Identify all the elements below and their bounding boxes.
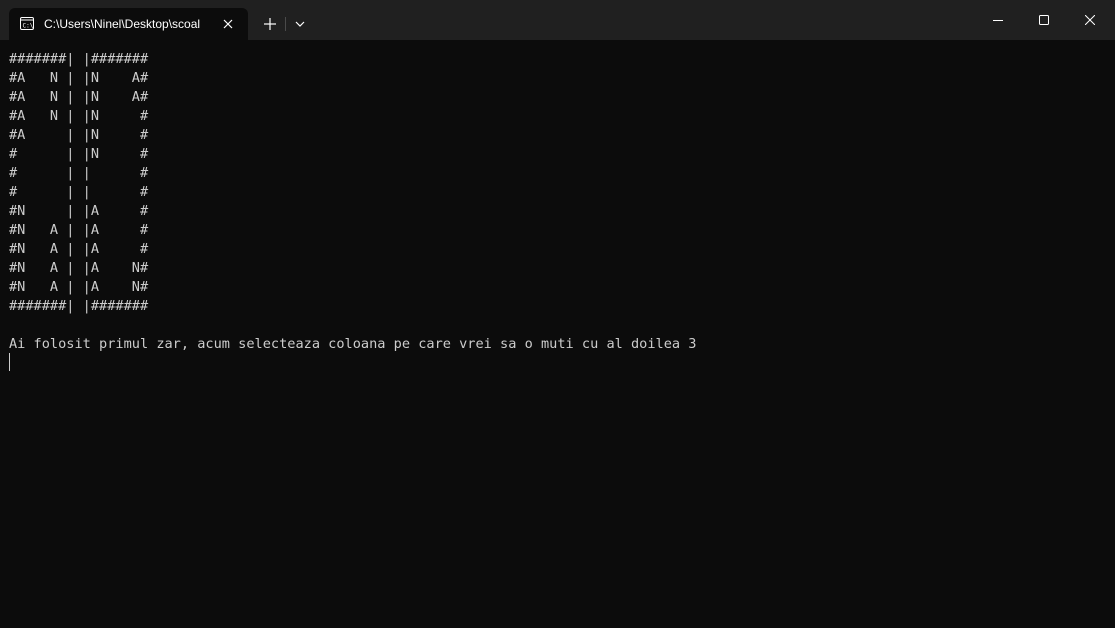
terminal-output[interactable]: #######| |####### #A N | |N A# #A N | |N…: [0, 40, 1115, 628]
board-row: #N A | |A N#: [9, 260, 149, 276]
close-icon: [1085, 15, 1095, 25]
minimize-icon: [993, 20, 1003, 21]
title-bar[interactable]: C:\ C:\Users\Ninel\Desktop\scoal: [0, 0, 1115, 41]
board-row: #######| |#######: [9, 298, 149, 314]
board-row: #N A | |A N#: [9, 279, 149, 295]
tab-title: C:\Users\Ninel\Desktop\scoal: [44, 17, 201, 31]
plus-icon: [264, 18, 276, 30]
board-row: # | | #: [9, 184, 149, 200]
prompt-message: Ai folosit primul zar, acum selecteaza c…: [9, 336, 697, 352]
board-row: #A N | |N A#: [9, 89, 149, 105]
close-tab-icon[interactable]: [220, 16, 236, 32]
board-row: #A N | |N #: [9, 108, 149, 124]
maximize-button[interactable]: [1021, 0, 1067, 40]
tab-dropdown-button[interactable]: [288, 12, 312, 36]
board-row: #A | |N #: [9, 127, 149, 143]
minimize-button[interactable]: [975, 0, 1021, 40]
tab-separator: [285, 17, 286, 31]
close-window-button[interactable]: [1067, 0, 1113, 40]
board-row: #######| |#######: [9, 51, 149, 67]
svg-text:C:\: C:\: [23, 23, 34, 30]
maximize-icon: [1039, 15, 1049, 25]
text-cursor: [9, 353, 10, 371]
board-row: #N | |A #: [9, 203, 149, 219]
board-row: #N A | |A #: [9, 241, 149, 257]
board-row: #A N | |N A#: [9, 70, 149, 86]
board-row: # | | #: [9, 165, 149, 181]
terminal-tab[interactable]: C:\ C:\Users\Ninel\Desktop\scoal: [9, 8, 248, 41]
board-row: # | |N #: [9, 146, 149, 162]
terminal-icon: C:\: [20, 17, 34, 30]
board-row: #N A | |A #: [9, 222, 149, 238]
terminal-window: C:\ C:\Users\Ninel\Desktop\scoal #######…: [0, 0, 1115, 628]
new-tab-button[interactable]: [258, 12, 282, 36]
chevron-down-icon: [295, 21, 305, 27]
